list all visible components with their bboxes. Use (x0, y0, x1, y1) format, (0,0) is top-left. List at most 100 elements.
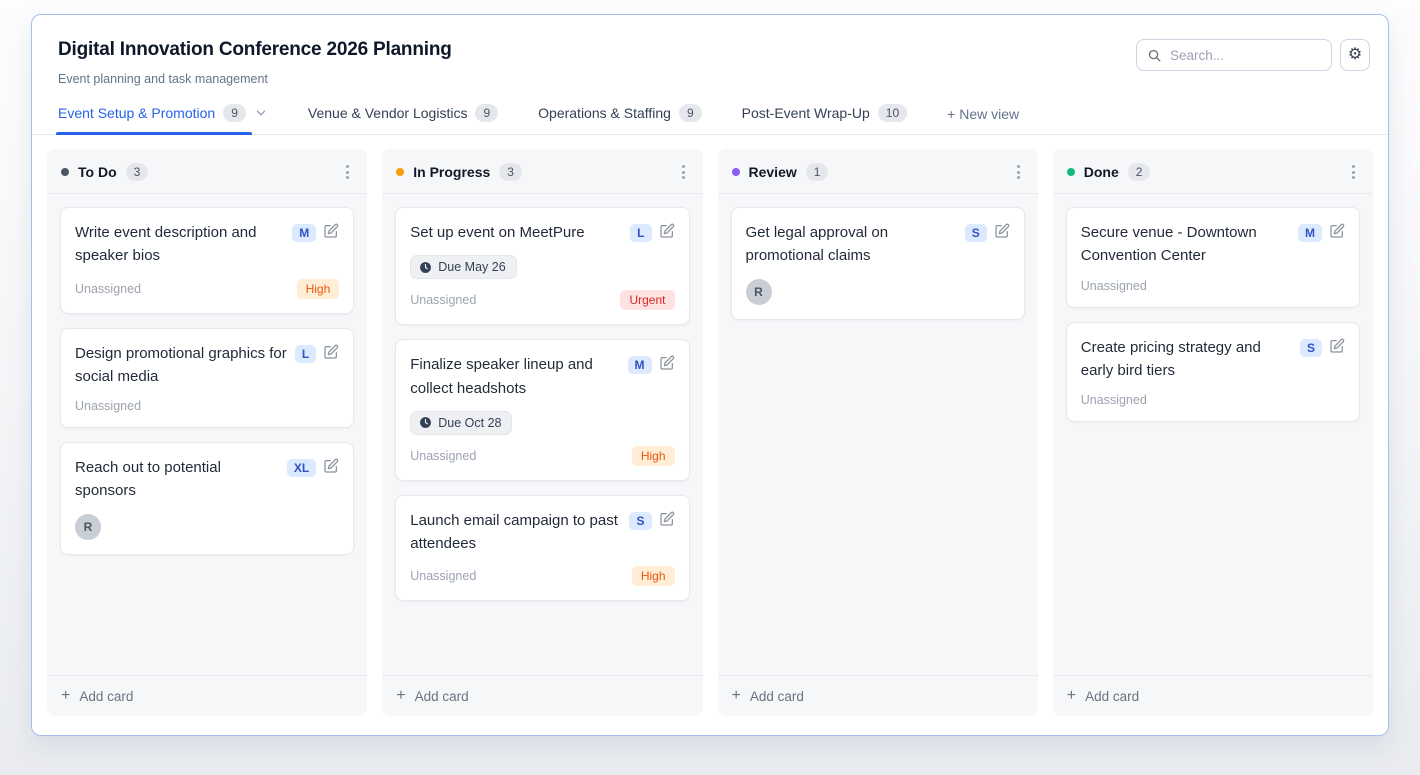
avatar[interactable]: R (746, 279, 772, 305)
priority-badge-high: High (632, 446, 675, 466)
search-icon (1147, 48, 1162, 63)
assignee-label: Unassigned (410, 293, 476, 307)
column-menu-button[interactable] (1348, 163, 1359, 181)
edit-pencil-icon (323, 344, 339, 360)
task-card[interactable]: Create pricing strategy and early bird t… (1066, 322, 1360, 423)
tab-count-badge: 9 (475, 104, 498, 122)
card-title: Design promotional graphics for social m… (75, 342, 288, 389)
column-card-list: Set up event on MeetPure L Due May 26 Unass… (382, 194, 702, 675)
card-footer-row: Unassigned (75, 399, 339, 413)
task-card[interactable]: Finalize speaker lineup and collect head… (395, 339, 689, 481)
search-input[interactable] (1170, 48, 1321, 63)
edit-card-button[interactable] (323, 344, 339, 360)
tab-event-setup-promotion[interactable]: Event Setup & Promotion 9 (58, 104, 268, 134)
card-top-row: Reach out to potential sponsorsXL (75, 456, 339, 503)
chevron-down-icon[interactable] (254, 106, 268, 120)
due-date-pill: Due May 26 (410, 255, 516, 279)
edit-pencil-icon (1329, 338, 1345, 354)
tab-post-event-wrap-up[interactable]: Post-Event Wrap-Up10 (742, 104, 907, 134)
tab-label: Post-Event Wrap-Up (742, 105, 870, 121)
tab-label: Venue & Vendor Logistics (308, 105, 468, 121)
card-footer-row: Unassigned (1081, 279, 1345, 293)
edit-card-button[interactable] (659, 355, 675, 371)
edit-card-button[interactable] (323, 223, 339, 239)
task-card[interactable]: Launch email campaign to past attendeesS… (395, 495, 689, 602)
tab-venue-vendor-logistics[interactable]: Venue & Vendor Logistics 9 (308, 104, 498, 134)
task-card[interactable]: Write event description and speaker bios… (60, 207, 354, 314)
due-date-label: Due May 26 (438, 260, 505, 274)
priority-badge-high: High (297, 279, 340, 299)
column-title: Review (749, 164, 797, 180)
card-top-row: Create pricing strategy and early bird t… (1081, 336, 1345, 383)
settings-gear-button[interactable]: ⚙ (1340, 39, 1370, 71)
card-title: Set up event on MeetPure (410, 221, 623, 244)
kanban-app-window: Digital Innovation Conference 2026 Plann… (31, 14, 1389, 736)
priority-badge-urgent: Urgent (620, 290, 674, 310)
column-title: To Do (78, 164, 117, 180)
edit-card-button[interactable] (994, 223, 1010, 239)
clock-icon (419, 416, 432, 429)
edit-pencil-icon (323, 223, 339, 239)
add-card-label: Add card (79, 689, 133, 704)
task-card[interactable]: Set up event on MeetPure L Due May 26 Unass… (395, 207, 689, 325)
column-status-dot (61, 168, 69, 176)
card-top-row: Design promotional graphics for social m… (75, 342, 339, 389)
tab-operations-staffing[interactable]: Operations & Staffing9 (538, 104, 702, 134)
plus-icon: + (61, 688, 70, 704)
column-title: In Progress (413, 164, 490, 180)
edit-card-button[interactable] (659, 511, 675, 527)
edit-card-button[interactable] (323, 458, 339, 474)
column-count-badge: 3 (126, 163, 149, 181)
column-title: Done (1084, 164, 1119, 180)
column-menu-button[interactable] (1013, 163, 1024, 181)
add-card-label: Add card (750, 689, 804, 704)
add-card-button[interactable]: +Add card (1053, 675, 1373, 716)
column-header: Review 1 (718, 149, 1038, 194)
card-top-row: Write event description and speaker bios… (75, 221, 339, 268)
task-card[interactable]: Design promotional graphics for social m… (60, 328, 354, 429)
add-card-button[interactable]: + Add card (47, 675, 367, 716)
plus-icon: + (732, 688, 741, 704)
size-badge: L (630, 224, 651, 242)
edit-card-button[interactable] (659, 223, 675, 239)
column-menu-button[interactable] (678, 163, 689, 181)
tab-label: Event Setup & Promotion (58, 105, 215, 121)
column-review: Review 1 Get legal approval on promotional… (718, 149, 1038, 716)
card-footer-row: Unassigned High (75, 279, 339, 299)
edit-card-button[interactable] (1329, 223, 1345, 239)
tab-count-badge: 9 (223, 104, 246, 122)
column-count-badge: 1 (806, 163, 829, 181)
assignee-label: Unassigned (75, 282, 141, 296)
column-in-progress: In Progress3Set up event on MeetPureLDue… (382, 149, 702, 716)
due-date-label: Due Oct 28 (438, 416, 501, 430)
card-title: Secure venue - Downtown Convention Cente… (1081, 221, 1291, 268)
size-badge: L (295, 345, 316, 363)
card-footer-row: Unassigned Urgent (410, 290, 674, 310)
edit-card-button[interactable] (1329, 338, 1345, 354)
edit-pencil-icon (994, 223, 1010, 239)
card-footer-row: Unassigned High (410, 446, 674, 466)
column-header: To Do 3 (47, 149, 367, 194)
search-box[interactable] (1136, 39, 1332, 71)
edit-pencil-icon (659, 511, 675, 527)
card-title: Launch email campaign to past attendees (410, 509, 622, 556)
assignee-label: Unassigned (1081, 279, 1147, 293)
add-card-button[interactable]: + Add card (718, 675, 1038, 716)
add-card-button[interactable]: +Add card (382, 675, 702, 716)
clock-icon (419, 261, 432, 274)
plus-icon: + (1067, 688, 1076, 704)
card-top-row: Get legal approval on promotional claims… (746, 221, 1010, 268)
card-top-row: Set up event on MeetPure L (410, 221, 674, 244)
card-title: Finalize speaker lineup and collect head… (410, 353, 620, 400)
card-title: Get legal approval on promotional claims (746, 221, 958, 268)
column-card-list: Write event description and speaker bios… (47, 194, 367, 675)
avatar[interactable]: R (75, 514, 101, 540)
column-done: Done2Secure venue - Downtown Convention … (1053, 149, 1373, 716)
assignee-label: Unassigned (410, 449, 476, 463)
size-badge: M (292, 224, 316, 242)
column-menu-button[interactable] (342, 163, 353, 181)
new-view-button[interactable]: + New view (947, 106, 1019, 134)
task-card[interactable]: Reach out to potential sponsorsXL R (60, 442, 354, 555)
task-card[interactable]: Get legal approval on promotional claims… (731, 207, 1025, 320)
task-card[interactable]: Secure venue - Downtown Convention Cente… (1066, 207, 1360, 308)
